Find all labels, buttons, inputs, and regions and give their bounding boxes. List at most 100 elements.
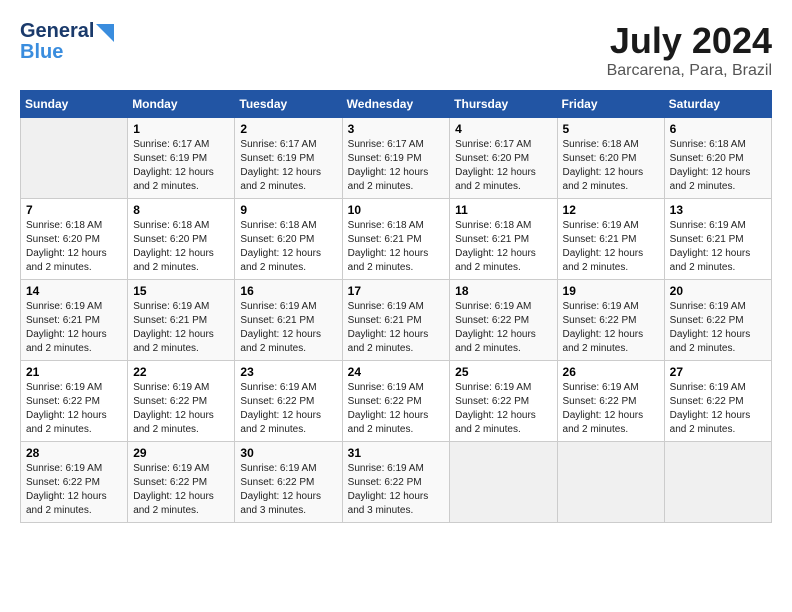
day-number: 2 xyxy=(240,122,336,136)
calendar-cell: 15 Sunrise: 6:19 AMSunset: 6:21 PMDayligh… xyxy=(128,280,235,361)
day-number: 24 xyxy=(348,365,445,379)
day-info: Sunrise: 6:18 AMSunset: 6:20 PMDaylight:… xyxy=(26,219,122,275)
day-info: Sunrise: 6:19 AMSunset: 6:21 PMDaylight:… xyxy=(563,219,659,275)
calendar-cell: 22Sunrise: 6:19 AMSunset: 6:22 PMDayligh… xyxy=(128,361,235,442)
day-info: Sunrise: 6:18 AMSunset: 6:20 PMDaylight:… xyxy=(670,138,766,194)
column-header-thursday: Thursday xyxy=(450,91,557,118)
day-number: 12 xyxy=(563,203,659,217)
calendar-cell: 2 Sunrise: 6:17 AMSunset: 6:19 PMDaylight… xyxy=(235,118,342,199)
calendar-cell: 21 Sunrise: 6:19 AMSunset: 6:22 PMDayligh… xyxy=(21,361,128,442)
day-info: Sunrise: 6:19 AMSunset: 6:22 PMDaylight:… xyxy=(563,300,659,356)
day-number: 4 xyxy=(455,122,551,136)
day-number: 6 xyxy=(670,122,766,136)
calendar-cell: 3 Sunrise: 6:17 AMSunset: 6:19 PMDaylight… xyxy=(342,118,450,199)
day-info: Sunrise: 6:18 AMSunset: 6:21 PMDaylight:… xyxy=(348,219,445,275)
calendar-cell: 26 Sunrise: 6:19 AMSunset: 6:22 PMDayligh… xyxy=(557,361,664,442)
day-number: 16 xyxy=(240,284,336,298)
day-number: 11 xyxy=(455,203,551,217)
month-year: July 2024 xyxy=(607,20,772,62)
column-header-saturday: Saturday xyxy=(664,91,771,118)
calendar-cell: 10 Sunrise: 6:18 AMSunset: 6:21 PMDayligh… xyxy=(342,199,450,280)
calendar-cell: 16 Sunrise: 6:19 AMSunset: 6:21 PMDayligh… xyxy=(235,280,342,361)
calendar-cell: 27Sunrise: 6:19 AMSunset: 6:22 PMDayligh… xyxy=(664,361,771,442)
calendar-cell: 11 Sunrise: 6:18 AMSunset: 6:21 PMDayligh… xyxy=(450,199,557,280)
day-info: Sunrise: 6:17 AMSunset: 6:19 PMDaylight:… xyxy=(240,138,336,194)
day-number: 15 xyxy=(133,284,229,298)
day-info: Sunrise: 6:18 AMSunset: 6:20 PMDaylight:… xyxy=(563,138,659,194)
day-number: 13 xyxy=(670,203,766,217)
day-info: Sunrise: 6:19 AMSunset: 6:22 PMDaylight:… xyxy=(240,462,336,518)
day-number: 14 xyxy=(26,284,122,298)
column-header-sunday: Sunday xyxy=(21,91,128,118)
day-info: Sunrise: 6:19 AMSunset: 6:21 PMDaylight:… xyxy=(26,300,122,356)
day-info: Sunrise: 6:19 AMSunset: 6:22 PMDaylight:… xyxy=(26,381,122,437)
day-number: 29 xyxy=(133,446,229,460)
calendar-cell: 4 Sunrise: 6:17 AMSunset: 6:20 PMDaylight… xyxy=(450,118,557,199)
calendar-header-row: SundayMondayTuesdayWednesdayThursdayFrid… xyxy=(21,91,772,118)
calendar-cell: 29 Sunrise: 6:19 AMSunset: 6:22 PMDayligh… xyxy=(128,442,235,523)
day-number: 3 xyxy=(348,122,445,136)
day-info: Sunrise: 6:19 AMSunset: 6:21 PMDaylight:… xyxy=(670,219,766,275)
day-info: Sunrise: 6:19 AMSunset: 6:22 PMDaylight:… xyxy=(133,462,229,518)
day-number: 9 xyxy=(240,203,336,217)
day-number: 31 xyxy=(348,446,445,460)
day-number: 8 xyxy=(133,203,229,217)
day-number: 7 xyxy=(26,203,122,217)
calendar-cell xyxy=(664,442,771,523)
calendar-cell: 25 Sunrise: 6:19 AMSunset: 6:22 PMDayligh… xyxy=(450,361,557,442)
title-section: July 2024 Barcarena, Para, Brazil xyxy=(607,20,772,80)
day-info: Sunrise: 6:18 AMSunset: 6:21 PMDaylight:… xyxy=(455,219,551,275)
week-row-5: 28 Sunrise: 6:19 AMSunset: 6:22 PMDayligh… xyxy=(21,442,772,523)
calendar-cell: 24 Sunrise: 6:19 AMSunset: 6:22 PMDayligh… xyxy=(342,361,450,442)
day-info: Sunrise: 6:17 AMSunset: 6:19 PMDaylight:… xyxy=(348,138,445,194)
calendar-cell: 19Sunrise: 6:19 AMSunset: 6:22 PMDayligh… xyxy=(557,280,664,361)
calendar-cell: 23Sunrise: 6:19 AMSunset: 6:22 PMDayligh… xyxy=(235,361,342,442)
calendar-cell: 31 Sunrise: 6:19 AMSunset: 6:22 PMDayligh… xyxy=(342,442,450,523)
logo: General Blue xyxy=(20,20,114,64)
day-number: 26 xyxy=(563,365,659,379)
day-number: 20 xyxy=(670,284,766,298)
day-info: Sunrise: 6:19 AMSunset: 6:22 PMDaylight:… xyxy=(348,381,445,437)
day-info: Sunrise: 6:19 AMSunset: 6:22 PMDaylight:… xyxy=(133,381,229,437)
calendar-cell: 30 Sunrise: 6:19 AMSunset: 6:22 PMDayligh… xyxy=(235,442,342,523)
day-info: Sunrise: 6:19 AMSunset: 6:22 PMDaylight:… xyxy=(563,381,659,437)
week-row-4: 21 Sunrise: 6:19 AMSunset: 6:22 PMDayligh… xyxy=(21,361,772,442)
calendar-cell: 7 Sunrise: 6:18 AMSunset: 6:20 PMDaylight… xyxy=(21,199,128,280)
day-info: Sunrise: 6:19 AMSunset: 6:21 PMDaylight:… xyxy=(240,300,336,356)
calendar-cell: 5 Sunrise: 6:18 AMSunset: 6:20 PMDaylight… xyxy=(557,118,664,199)
page-header: General Blue July 2024 Barcarena, Para, … xyxy=(20,20,772,80)
calendar-cell: 20Sunrise: 6:19 AMSunset: 6:22 PMDayligh… xyxy=(664,280,771,361)
calendar-cell: 17Sunrise: 6:19 AMSunset: 6:21 PMDayligh… xyxy=(342,280,450,361)
week-row-3: 14 Sunrise: 6:19 AMSunset: 6:21 PMDayligh… xyxy=(21,280,772,361)
day-info: Sunrise: 6:19 AMSunset: 6:22 PMDaylight:… xyxy=(455,300,551,356)
day-number: 30 xyxy=(240,446,336,460)
column-header-tuesday: Tuesday xyxy=(235,91,342,118)
day-number: 28 xyxy=(26,446,122,460)
day-info: Sunrise: 6:19 AMSunset: 6:22 PMDaylight:… xyxy=(455,381,551,437)
day-number: 10 xyxy=(348,203,445,217)
day-number: 5 xyxy=(563,122,659,136)
day-number: 1 xyxy=(133,122,229,136)
day-info: Sunrise: 6:19 AMSunset: 6:21 PMDaylight:… xyxy=(133,300,229,356)
day-info: Sunrise: 6:19 AMSunset: 6:22 PMDaylight:… xyxy=(26,462,122,518)
calendar-cell xyxy=(21,118,128,199)
location: Barcarena, Para, Brazil xyxy=(607,62,772,80)
calendar-cell: 1Sunrise: 6:17 AMSunset: 6:19 PMDaylight… xyxy=(128,118,235,199)
day-info: Sunrise: 6:17 AMSunset: 6:20 PMDaylight:… xyxy=(455,138,551,194)
calendar-cell: 18Sunrise: 6:19 AMSunset: 6:22 PMDayligh… xyxy=(450,280,557,361)
day-number: 21 xyxy=(26,365,122,379)
calendar-cell: 8Sunrise: 6:18 AMSunset: 6:20 PMDaylight… xyxy=(128,199,235,280)
calendar-cell: 28 Sunrise: 6:19 AMSunset: 6:22 PMDayligh… xyxy=(21,442,128,523)
day-number: 25 xyxy=(455,365,551,379)
column-header-wednesday: Wednesday xyxy=(342,91,450,118)
logo-blue: Blue xyxy=(20,41,114,64)
calendar-cell: 14 Sunrise: 6:19 AMSunset: 6:21 PMDayligh… xyxy=(21,280,128,361)
day-number: 27 xyxy=(670,365,766,379)
logo-general: General xyxy=(20,20,94,43)
calendar-cell xyxy=(557,442,664,523)
day-info: Sunrise: 6:19 AMSunset: 6:22 PMDaylight:… xyxy=(348,462,445,518)
calendar-cell: 12 Sunrise: 6:19 AMSunset: 6:21 PMDayligh… xyxy=(557,199,664,280)
day-number: 17 xyxy=(348,284,445,298)
week-row-1: 1 Sunrise: 6:17 AMSunset: 6:19 PMDaylight… xyxy=(21,118,772,199)
day-info: Sunrise: 6:19 AMSunset: 6:22 PMDaylight:… xyxy=(240,381,336,437)
